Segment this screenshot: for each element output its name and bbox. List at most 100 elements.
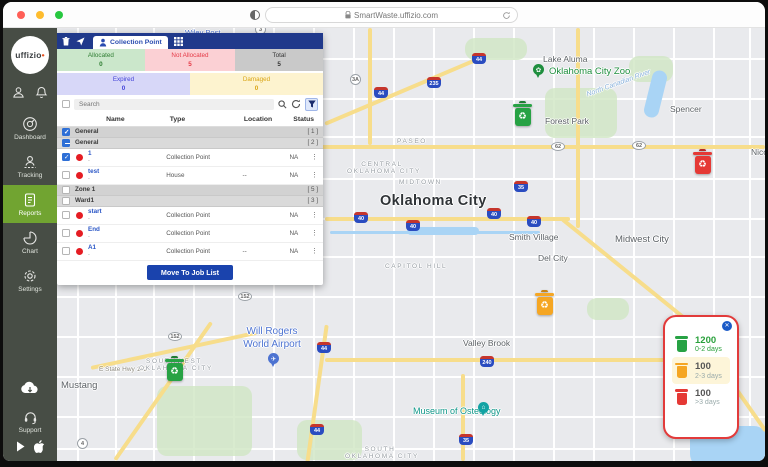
item-name-link[interactable]: A1 — [88, 244, 96, 251]
row-checkbox[interactable] — [62, 171, 70, 179]
map-label-paseo: PASEO — [397, 138, 427, 145]
sidebar-item-chart[interactable]: Chart — [3, 223, 57, 261]
row-menu-icon[interactable]: ⋮ — [311, 211, 318, 219]
item-name-link[interactable]: 1 — [88, 150, 92, 157]
group-checkbox[interactable] — [62, 128, 70, 136]
sidebar-item-dashboard[interactable]: Dashboard — [3, 109, 57, 147]
legend-item-yellow: 1002-3 days — [672, 357, 730, 383]
shield-i35: 35 — [514, 181, 528, 192]
bin-marker-yellow[interactable]: ♻ — [535, 290, 554, 315]
map-label-del-city: Del City — [538, 253, 568, 263]
yellow-bin-icon — [675, 363, 688, 379]
search-input[interactable] — [74, 99, 274, 110]
user-icon[interactable] — [12, 86, 25, 99]
move-to-job-list-button[interactable]: Move To Job List — [147, 265, 233, 280]
row-checkbox[interactable] — [62, 153, 70, 161]
bin-age-legend: ✕ 12000-2 days 1002-3 days 100>3 days — [663, 315, 739, 439]
group-row-general-2[interactable]: General [ 2 ] — [57, 138, 323, 149]
museum-poi-pin[interactable]: ⌂ — [478, 402, 489, 413]
row-menu-icon[interactable]: ⋮ — [311, 247, 318, 255]
sidebar-item-reports[interactable]: Reports — [3, 185, 57, 223]
sidebar-item-settings[interactable]: Settings — [3, 261, 57, 299]
map-label-capitol-hill: CAPITOL HILL — [385, 263, 447, 270]
group-row-ward1[interactable]: Ward1 [ 3 ] — [57, 196, 323, 207]
row-checkbox[interactable] — [62, 229, 70, 237]
tab-collection-point[interactable]: Collection Point — [93, 36, 168, 49]
item-name-link[interactable]: test — [88, 168, 99, 175]
table-row[interactable]: End- Collection Point NA ⋮ — [57, 225, 323, 243]
stats-row-2: Expired0 Damaged0 — [57, 73, 323, 95]
sidebar: uffizio• Dashboard Tracking Reports — [3, 28, 57, 461]
road — [513, 28, 515, 461]
trash-icon[interactable] — [62, 37, 70, 46]
google-play-icon[interactable] — [16, 441, 26, 452]
recycle-icon: ♻ — [540, 300, 549, 311]
zoo-poi-pin[interactable]: ✿ — [533, 64, 544, 75]
group-row-zone-1[interactable]: Zone 1 [ 5 ] — [57, 185, 323, 196]
stat-damaged: Damaged0 — [190, 73, 323, 95]
map-label-oklahoma-city: Oklahoma City — [380, 193, 487, 209]
chart-icon — [22, 230, 38, 246]
bin-marker-green[interactable]: ♻ — [513, 101, 532, 126]
map-label-forest-park: Forest Park — [545, 116, 589, 126]
row-menu-icon[interactable]: ⋮ — [311, 171, 318, 179]
item-name-link[interactable]: End — [88, 226, 100, 233]
green-bin-icon — [675, 336, 688, 352]
park-area — [157, 386, 252, 456]
zoom-window-button[interactable] — [55, 11, 63, 19]
table-row[interactable]: start- Collection Point NA ⋮ — [57, 207, 323, 225]
reader-mode-icon[interactable] — [250, 10, 260, 20]
map-label-lake-aluma: Lake Aluma — [543, 54, 587, 64]
search-icon[interactable] — [278, 100, 287, 109]
close-icon[interactable]: ✕ — [722, 321, 732, 331]
grid-icon[interactable] — [174, 37, 183, 46]
bin-marker-red[interactable]: ♻ — [693, 149, 712, 174]
map-label-will-rogers-airport: Will RogersWorld Airport — [217, 326, 327, 351]
reload-icon[interactable] — [502, 11, 511, 20]
table-row[interactable]: A1- Collection Point -- NA ⋮ — [57, 243, 323, 261]
highway — [368, 28, 372, 145]
table-header: Name Type Location Status — [57, 114, 323, 127]
filter-button[interactable] — [305, 98, 318, 111]
table-row[interactable]: test- House -- NA ⋮ — [57, 167, 323, 185]
shield-3a: 3A — [350, 74, 361, 85]
recycle-icon: ♻ — [518, 111, 527, 122]
legend-item-red: 100>3 days — [672, 384, 730, 410]
row-checkbox[interactable] — [62, 211, 70, 219]
refresh-icon[interactable] — [291, 99, 301, 109]
close-window-button[interactable] — [17, 11, 25, 19]
map-canvas[interactable]: Wiley Post Lake Aluma Oklahoma City Zoo … — [57, 28, 765, 461]
cloud-download-icon[interactable] — [19, 380, 41, 396]
minimize-window-button[interactable] — [36, 11, 44, 19]
shield-i40: 40 — [487, 208, 501, 219]
map-label-okc-zoo: Oklahoma City Zoo — [549, 66, 630, 77]
send-icon[interactable] — [76, 37, 85, 46]
select-all-checkbox[interactable] — [62, 100, 70, 108]
bin-marker-green-2[interactable]: ♻ — [165, 356, 184, 381]
group-checkbox[interactable] — [62, 186, 70, 194]
sidebar-item-tracking[interactable]: Tracking — [3, 147, 57, 185]
reports-icon — [22, 192, 38, 208]
map-label-nicoma-park: Nicoma Park — [751, 147, 765, 157]
sidebar-item-support[interactable]: Support — [3, 410, 57, 440]
shield-us152: 152 — [238, 292, 252, 301]
airport-poi-pin[interactable]: ✈ — [268, 353, 279, 364]
group-row-general-1[interactable]: General [ 1 ] — [57, 127, 323, 138]
uffizio-logo: uffizio• — [11, 36, 49, 74]
highway — [461, 374, 465, 461]
road — [57, 336, 765, 338]
row-menu-icon[interactable]: ⋮ — [311, 153, 318, 161]
row-checkbox[interactable] — [62, 247, 70, 255]
apple-icon[interactable] — [34, 440, 45, 453]
bell-icon[interactable] — [35, 86, 48, 99]
group-checkbox[interactable] — [62, 197, 70, 205]
row-menu-icon[interactable]: ⋮ — [311, 229, 318, 237]
recycle-icon: ♻ — [170, 366, 179, 377]
address-bar[interactable]: SmartWaste.uffizio.com — [265, 7, 518, 23]
item-name-link[interactable]: start — [88, 208, 102, 215]
status-dot — [76, 248, 83, 255]
panel-header: Collection Point — [57, 33, 323, 49]
table-row[interactable]: 1- Collection Point NA ⋮ — [57, 149, 323, 167]
stat-expired: Expired0 — [57, 73, 190, 95]
group-checkbox[interactable] — [62, 139, 70, 147]
